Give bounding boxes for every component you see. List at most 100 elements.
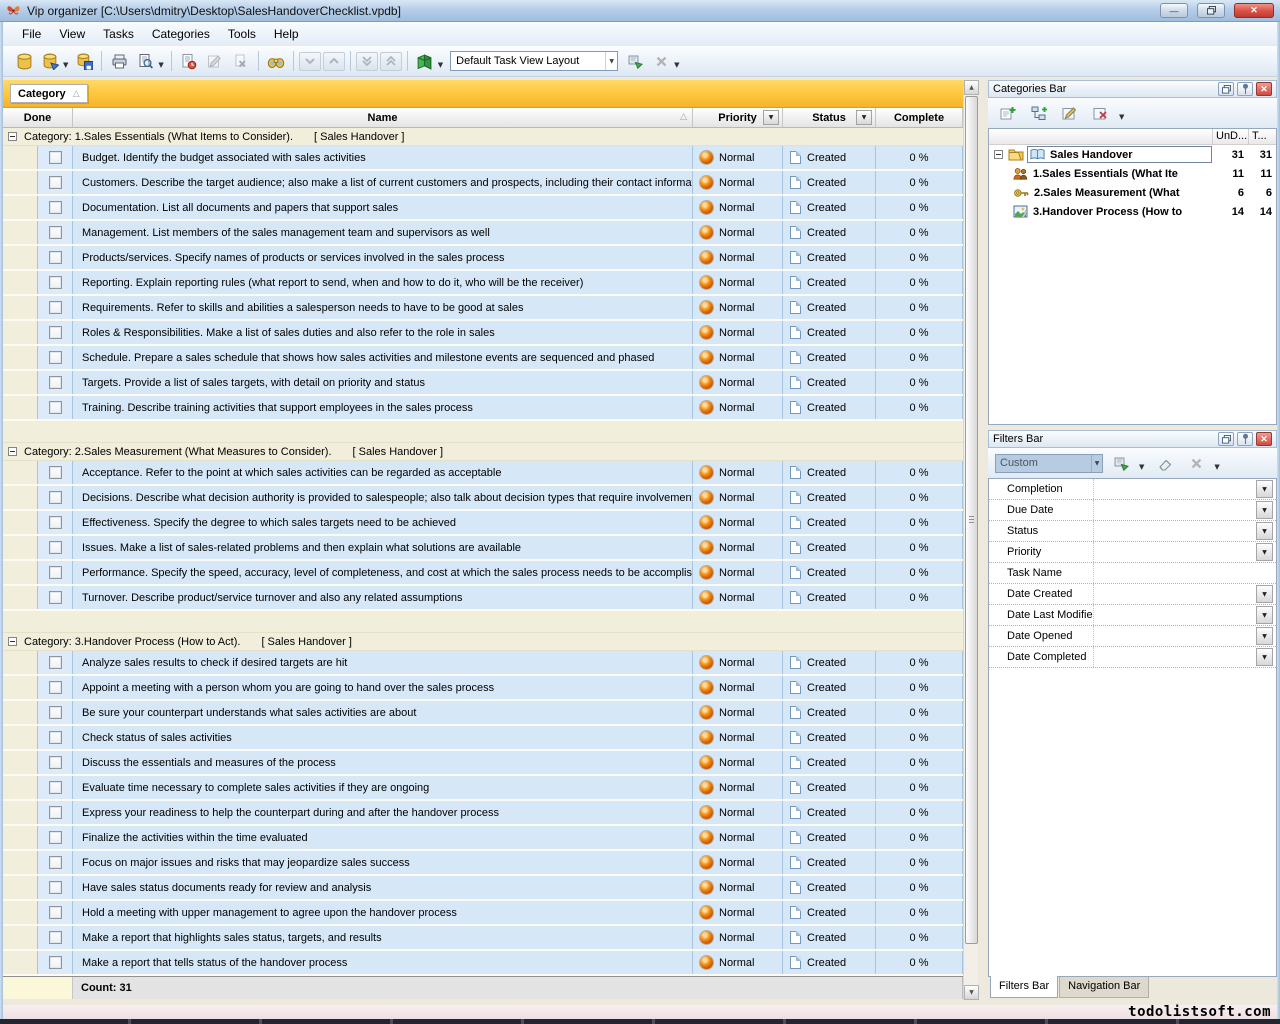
priority-cell[interactable]: Normal bbox=[693, 676, 783, 699]
column-header-priority[interactable]: Priority ▼ bbox=[693, 108, 783, 127]
print-preview-icon[interactable] bbox=[132, 49, 158, 73]
filter-value-field[interactable] bbox=[1093, 500, 1256, 520]
minimize-button[interactable]: — bbox=[1160, 3, 1188, 18]
task-name-cell[interactable]: Turnover. Describe product/service turno… bbox=[73, 586, 693, 609]
priority-cell[interactable]: Normal bbox=[693, 396, 783, 419]
status-cell[interactable]: Created bbox=[783, 461, 876, 484]
category-tree-row[interactable]: 1.Sales Essentials (What Ite1111 bbox=[989, 164, 1276, 183]
priority-cell[interactable]: Normal bbox=[693, 826, 783, 849]
notes-icon[interactable] bbox=[412, 49, 438, 73]
edit-category-icon[interactable] bbox=[1057, 101, 1083, 125]
priority-cell[interactable]: Normal bbox=[693, 321, 783, 344]
status-cell[interactable]: Created bbox=[783, 901, 876, 924]
collapse-group-icon[interactable] bbox=[8, 447, 17, 456]
priority-filter-dropdown-icon[interactable]: ▼ bbox=[763, 110, 779, 125]
save-database-icon[interactable] bbox=[71, 49, 97, 73]
status-cell[interactable]: Created bbox=[783, 511, 876, 534]
status-cell[interactable]: Created bbox=[783, 586, 876, 609]
category-tree-row[interactable]: 3.Handover Process (How to1414 bbox=[989, 202, 1276, 221]
scroll-up-icon[interactable]: ▲ bbox=[964, 80, 979, 95]
task-done-checkbox[interactable] bbox=[49, 906, 62, 919]
filter-value-field[interactable] bbox=[1093, 584, 1256, 604]
tree-collapse-icon[interactable] bbox=[994, 150, 1003, 159]
restore-button[interactable] bbox=[1197, 3, 1225, 18]
add-category-icon[interactable] bbox=[995, 101, 1021, 125]
status-filter-dropdown-icon[interactable]: ▼ bbox=[856, 110, 872, 125]
status-cell[interactable]: Created bbox=[783, 651, 876, 674]
status-cell[interactable]: Created bbox=[783, 171, 876, 194]
collapse-group-icon[interactable] bbox=[8, 637, 17, 646]
task-done-checkbox[interactable] bbox=[49, 541, 62, 554]
task-done-checkbox[interactable] bbox=[49, 756, 62, 769]
task-name-cell[interactable]: Decisions. Describe what decision author… bbox=[73, 486, 693, 509]
status-cell[interactable]: Created bbox=[783, 196, 876, 219]
task-done-checkbox[interactable] bbox=[49, 276, 62, 289]
task-done-checkbox[interactable] bbox=[49, 781, 62, 794]
task-name-cell[interactable]: Effectiveness. Specify the degree to whi… bbox=[73, 511, 693, 534]
task-done-checkbox[interactable] bbox=[49, 706, 62, 719]
task-done-checkbox[interactable] bbox=[49, 881, 62, 894]
priority-cell[interactable]: Normal bbox=[693, 751, 783, 774]
column-header-complete[interactable]: Complete bbox=[876, 108, 963, 127]
status-cell[interactable]: Created bbox=[783, 246, 876, 269]
filter-value-field[interactable] bbox=[1093, 647, 1256, 667]
menu-help[interactable]: Help bbox=[265, 23, 308, 45]
status-cell[interactable]: Created bbox=[783, 851, 876, 874]
filter-value-field[interactable] bbox=[1093, 542, 1256, 562]
task-name-cell[interactable]: Schedule. Prepare a sales schedule that … bbox=[73, 346, 693, 369]
priority-cell[interactable]: Normal bbox=[693, 461, 783, 484]
filter-dropdown-icon[interactable]: ▼ bbox=[1256, 627, 1273, 645]
status-cell[interactable]: Created bbox=[783, 801, 876, 824]
status-cell[interactable]: Created bbox=[783, 926, 876, 949]
task-name-cell[interactable]: Hold a meeting with upper management to … bbox=[73, 901, 693, 924]
status-cell[interactable]: Created bbox=[783, 951, 876, 974]
task-name-cell[interactable]: Evaluate time necessary to complete sale… bbox=[73, 776, 693, 799]
tree-column-total[interactable]: T... bbox=[1248, 129, 1276, 144]
task-name-cell[interactable]: Reporting. Explain reporting rules (what… bbox=[73, 271, 693, 294]
status-cell[interactable]: Created bbox=[783, 221, 876, 244]
task-done-checkbox[interactable] bbox=[49, 351, 62, 364]
tree-column-undone[interactable]: UnD... bbox=[1212, 129, 1248, 144]
status-cell[interactable]: Created bbox=[783, 536, 876, 559]
task-done-checkbox[interactable] bbox=[49, 566, 62, 579]
priority-cell[interactable]: Normal bbox=[693, 271, 783, 294]
task-done-checkbox[interactable] bbox=[49, 466, 62, 479]
menu-view[interactable]: View bbox=[50, 23, 94, 45]
vertical-scrollbar[interactable]: ▲ ▼ bbox=[963, 80, 978, 1000]
priority-cell[interactable]: Normal bbox=[693, 701, 783, 724]
task-name-cell[interactable]: Products/services. Specify names of prod… bbox=[73, 246, 693, 269]
status-cell[interactable]: Created bbox=[783, 876, 876, 899]
category-tree-row[interactable]: 2.Sales Measurement (What66 bbox=[989, 183, 1276, 202]
column-header-status[interactable]: Status ▼ bbox=[783, 108, 876, 127]
open-database-dropdown-icon[interactable]: ▼ bbox=[63, 61, 68, 69]
priority-cell[interactable]: Normal bbox=[693, 851, 783, 874]
priority-cell[interactable]: Normal bbox=[693, 511, 783, 534]
task-done-checkbox[interactable] bbox=[49, 226, 62, 239]
filter-value-field[interactable] bbox=[1093, 521, 1256, 541]
task-done-checkbox[interactable] bbox=[49, 376, 62, 389]
priority-cell[interactable]: Normal bbox=[693, 901, 783, 924]
filter-dropdown-icon[interactable]: ▼ bbox=[1256, 606, 1273, 624]
filter-dropdown-icon[interactable]: ▼ bbox=[1256, 543, 1273, 561]
print-preview-dropdown-icon[interactable]: ▼ bbox=[158, 61, 163, 69]
filter-dropdown-icon[interactable]: ▼ bbox=[1256, 522, 1273, 540]
category-tree-row[interactable]: Sales Handover3131 bbox=[989, 145, 1276, 164]
filters-restore-icon[interactable] bbox=[1218, 432, 1234, 446]
task-name-cell[interactable]: Appoint a meeting with a person whom you… bbox=[73, 676, 693, 699]
task-name-cell[interactable]: Roles & Responsibilities. Make a list of… bbox=[73, 321, 693, 344]
collapse-group-icon[interactable] bbox=[8, 132, 17, 141]
task-name-cell[interactable]: Make a report that tells status of the h… bbox=[73, 951, 693, 974]
find-tasks-icon[interactable] bbox=[263, 49, 289, 73]
priority-cell[interactable]: Normal bbox=[693, 586, 783, 609]
status-cell[interactable]: Created bbox=[783, 751, 876, 774]
task-done-checkbox[interactable] bbox=[49, 201, 62, 214]
filter-preset-combobox[interactable]: Custom ▼ bbox=[995, 454, 1103, 473]
task-name-cell[interactable]: Focus on major issues and risks that may… bbox=[73, 851, 693, 874]
tab-filters-bar[interactable]: Filters Bar bbox=[990, 976, 1058, 998]
filters-toolbar-dropdown-icon[interactable]: ▼ bbox=[1214, 463, 1219, 471]
menu-file[interactable]: File bbox=[13, 23, 50, 45]
task-name-cell[interactable]: Discuss the essentials and measures of t… bbox=[73, 751, 693, 774]
close-button[interactable]: ✕ bbox=[1234, 3, 1274, 18]
task-name-cell[interactable]: Be sure your counterpart understands wha… bbox=[73, 701, 693, 724]
notes-dropdown-icon[interactable]: ▼ bbox=[438, 61, 443, 69]
